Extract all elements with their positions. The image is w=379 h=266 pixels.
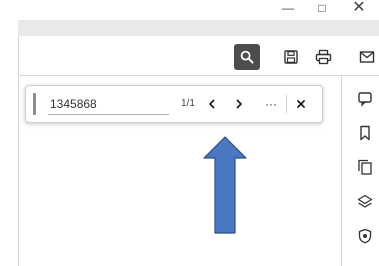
comment-button[interactable] (355, 89, 375, 109)
bookmark-button[interactable] (355, 123, 375, 143)
search-icon (240, 50, 254, 64)
previous-match-button[interactable] (203, 95, 221, 113)
window-titlebar: — □ ✕ (0, 0, 379, 20)
layers-icon (357, 194, 373, 208)
security-icon (358, 228, 372, 244)
find-bar-drag-handle[interactable] (33, 93, 36, 115)
next-match-button[interactable] (230, 95, 248, 113)
save-icon (284, 50, 298, 64)
find-input[interactable] (48, 93, 169, 115)
minimize-button[interactable]: — (278, 0, 298, 20)
window-close-button[interactable]: ✕ (349, 0, 369, 20)
find-bar: 1/1 ··· (25, 85, 323, 123)
main-toolbar (19, 36, 379, 76)
print-icon (315, 49, 331, 65)
sidebar-divider (341, 76, 342, 266)
find-bar-divider (286, 95, 287, 113)
close-icon (297, 100, 305, 108)
save-button[interactable] (278, 44, 304, 70)
match-count: 1/1 (181, 98, 195, 109)
maximize-button[interactable]: □ (312, 0, 332, 20)
find-close-button[interactable] (292, 95, 310, 113)
mail-icon (359, 51, 375, 63)
header-band (18, 20, 379, 36)
pages-icon (358, 159, 372, 175)
more-options-button[interactable]: ··· (262, 95, 280, 113)
mail-button[interactable] (354, 44, 379, 70)
security-button[interactable] (355, 226, 375, 246)
annotation-arrow (203, 136, 247, 234)
search-button[interactable] (234, 44, 260, 70)
chevron-left-icon (209, 99, 215, 109)
print-button[interactable] (310, 44, 336, 70)
comment-icon (358, 92, 372, 107)
bookmark-icon (360, 125, 370, 141)
pages-button[interactable] (355, 157, 375, 177)
layers-button[interactable] (355, 192, 375, 212)
chevron-right-icon (236, 99, 242, 109)
